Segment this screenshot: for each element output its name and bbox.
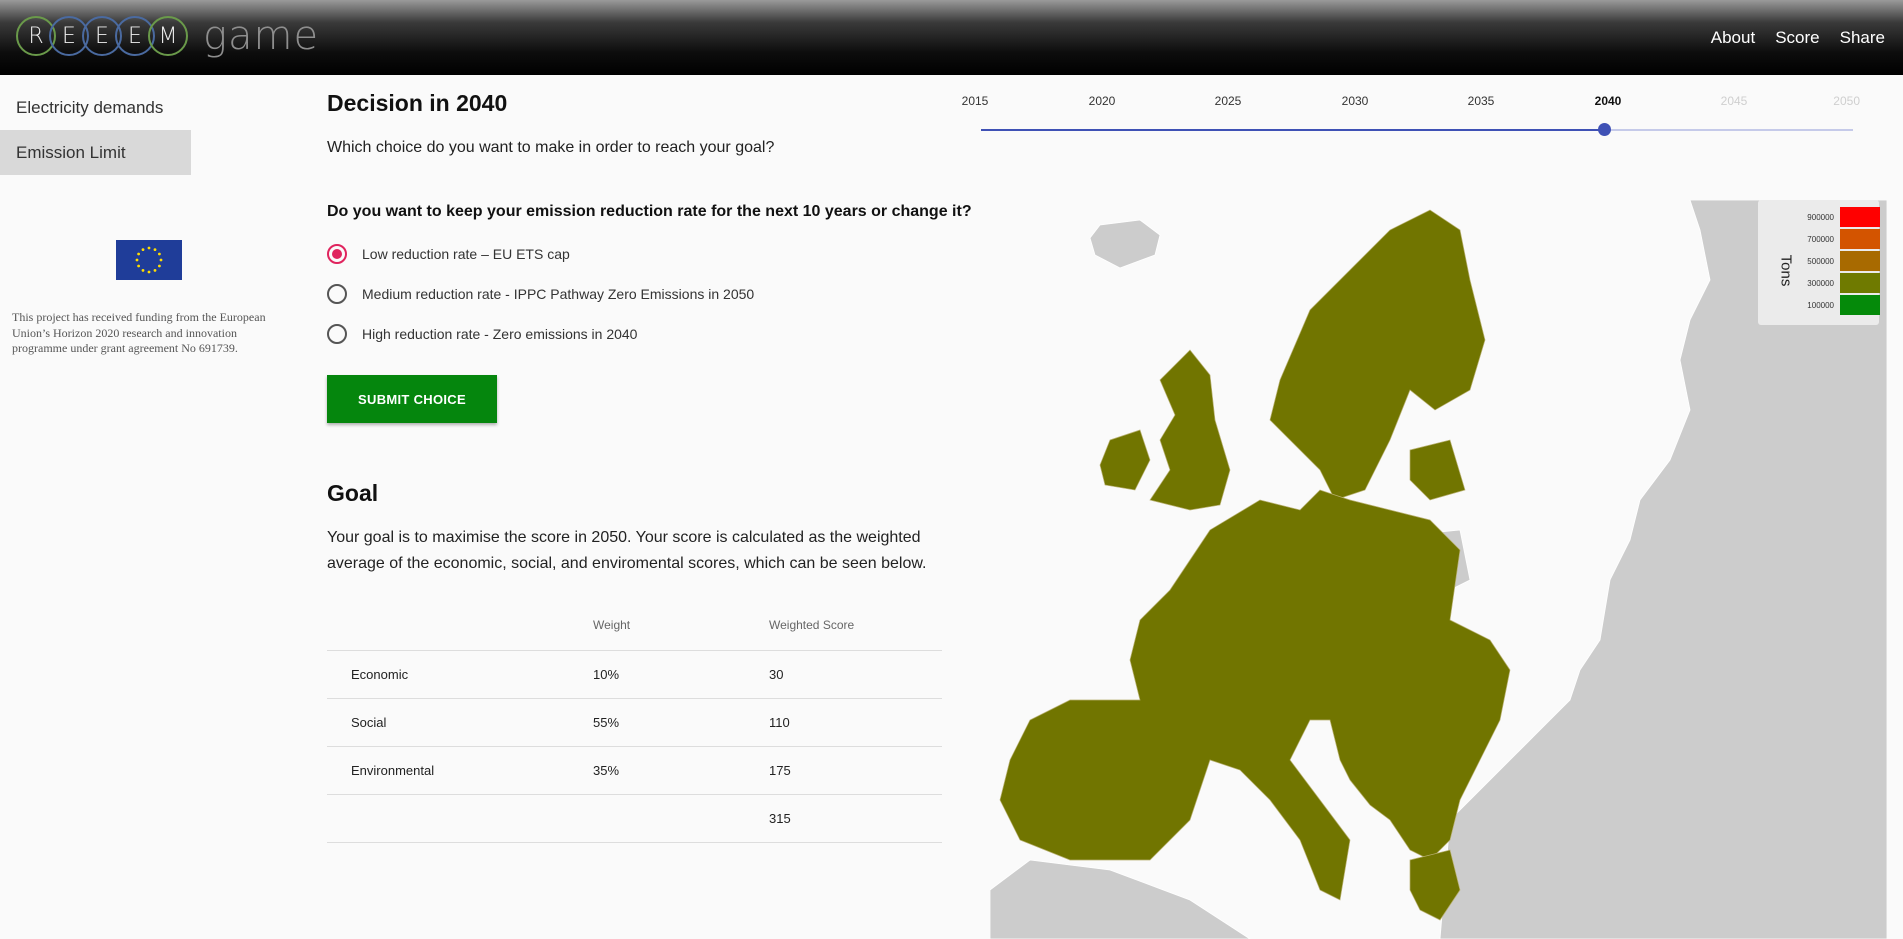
legend-row-700000: 700000 — [1798, 229, 1880, 249]
map-legend: 900000 700000 500000 300000 100000 — [1758, 200, 1880, 325]
option-medium-reduction[interactable]: Medium reduction rate - IPPC Pathway Zer… — [327, 274, 754, 314]
row-label: Social — [327, 698, 593, 747]
table-row: Environmental 35% 175 — [327, 746, 942, 795]
row-label: Environmental — [327, 746, 593, 795]
year-2025[interactable]: 2025 — [1215, 94, 1242, 108]
decision-subtitle: Which choice do you want to make in orde… — [327, 139, 775, 156]
timeline-thumb[interactable] — [1598, 123, 1611, 136]
option-high-reduction[interactable]: High reduction rate - Zero emissions in … — [327, 314, 754, 354]
legend-label: 500000 — [1807, 256, 1834, 266]
legend-swatch — [1840, 207, 1880, 227]
goal-title: Goal — [327, 480, 379, 506]
europe-emissions-map[interactable] — [990, 200, 1887, 939]
table-row: Social 55% 110 — [327, 698, 942, 747]
row-label — [327, 794, 593, 843]
decision-title: Decision in 2040 — [327, 90, 508, 116]
year-2050: 2050 — [1833, 94, 1860, 108]
option-low-reduction[interactable]: Low reduction rate – EU ETS cap — [327, 234, 754, 274]
legend-row-300000: 300000 — [1798, 273, 1880, 293]
map-baltics — [1409, 439, 1466, 501]
legend-row-500000: 500000 — [1798, 251, 1880, 271]
reduction-rate-options: Low reduction rate – EU ETS cap Medium r… — [327, 234, 754, 354]
option-label: High reduction rate - Zero emissions in … — [362, 326, 638, 342]
row-weight: 10% — [593, 650, 769, 699]
legend-row-900000: 900000 — [1798, 207, 1880, 227]
legend-swatch — [1840, 295, 1880, 315]
map-iceland — [1089, 219, 1161, 269]
table-header-row: Weight Weighted Score — [327, 600, 942, 651]
top-bar: R E E E M game About Score Share — [0, 0, 1903, 75]
year-2020[interactable]: 2020 — [1089, 94, 1116, 108]
map-north-africa — [990, 859, 1251, 939]
goal-text: Your goal is to maximise the score in 20… — [327, 529, 927, 572]
column-header-weight: Weight — [593, 600, 769, 651]
decision-question: Do you want to keep your emission reduct… — [327, 203, 972, 220]
year-timeline: 2015 2020 2025 2030 2035 2040 2045 2050 — [960, 90, 1860, 140]
sidebar-item-emission-limit[interactable]: Emission Limit — [0, 130, 191, 175]
row-weight — [593, 794, 769, 843]
table-row-total: 315 — [327, 794, 942, 843]
map-continent — [999, 489, 1511, 901]
reeem-logo[interactable]: R E E E M game — [16, 13, 320, 59]
radio-medium-reduction[interactable] — [327, 284, 347, 304]
row-weight: 35% — [593, 746, 769, 795]
year-2015[interactable]: 2015 — [962, 94, 989, 108]
year-2040[interactable]: 2040 — [1595, 94, 1622, 108]
legend-swatch — [1840, 229, 1880, 249]
nav-share[interactable]: Share — [1840, 28, 1885, 48]
row-label: Economic — [327, 650, 593, 699]
option-label: Medium reduction rate - IPPC Pathway Zer… — [362, 286, 755, 302]
legend-swatch — [1840, 273, 1880, 293]
score-table: Weight Weighted Score Economic 10% 30 So… — [327, 600, 942, 843]
timeline-track-fill — [981, 129, 1604, 131]
decision-panel: Decision in 2040 Which choice do you wan… — [327, 90, 972, 843]
column-header — [327, 600, 593, 651]
row-score: 30 — [769, 650, 942, 699]
eu-flag-icon — [116, 240, 182, 280]
nav-about[interactable]: About — [1711, 28, 1755, 48]
logo-word: game — [203, 13, 320, 59]
legend-row-100000: 100000 — [1798, 295, 1880, 315]
option-label: Low reduction rate – EU ETS cap — [362, 246, 570, 262]
logo-letter-m: M — [148, 16, 188, 56]
legend-label: 900000 — [1807, 212, 1834, 222]
table-row: Economic 10% 30 — [327, 650, 942, 699]
top-nav: About Score Share — [1711, 0, 1885, 75]
map-participating-countries — [999, 209, 1511, 921]
radio-low-reduction[interactable] — [327, 244, 347, 264]
radio-high-reduction[interactable] — [327, 324, 347, 344]
sidebar-item-electricity-demands[interactable]: Electricity demands — [0, 85, 191, 130]
sidebar: Electricity demands Emission Limit — [0, 85, 191, 175]
year-2030[interactable]: 2030 — [1342, 94, 1369, 108]
legend-label: 300000 — [1807, 278, 1834, 288]
row-score: 110 — [769, 698, 942, 747]
map-uk — [1149, 349, 1231, 511]
submit-choice-button[interactable]: SUBMIT CHOICE — [327, 375, 497, 423]
year-2045: 2045 — [1720, 94, 1748, 108]
total-score: 315 — [769, 794, 942, 843]
legend-title: Tons — [1777, 254, 1795, 287]
legend-label: 700000 — [1807, 234, 1834, 244]
legend-label: 100000 — [1807, 300, 1834, 310]
funding-notice: This project has received funding from t… — [12, 310, 266, 355]
nav-score[interactable]: Score — [1775, 28, 1819, 48]
row-score: 175 — [769, 746, 942, 795]
year-2035[interactable]: 2035 — [1468, 94, 1495, 108]
column-header-weighted-score: Weighted Score — [769, 600, 942, 651]
row-weight: 55% — [593, 698, 769, 747]
legend-swatch — [1840, 251, 1880, 271]
map-ireland — [1099, 429, 1151, 491]
